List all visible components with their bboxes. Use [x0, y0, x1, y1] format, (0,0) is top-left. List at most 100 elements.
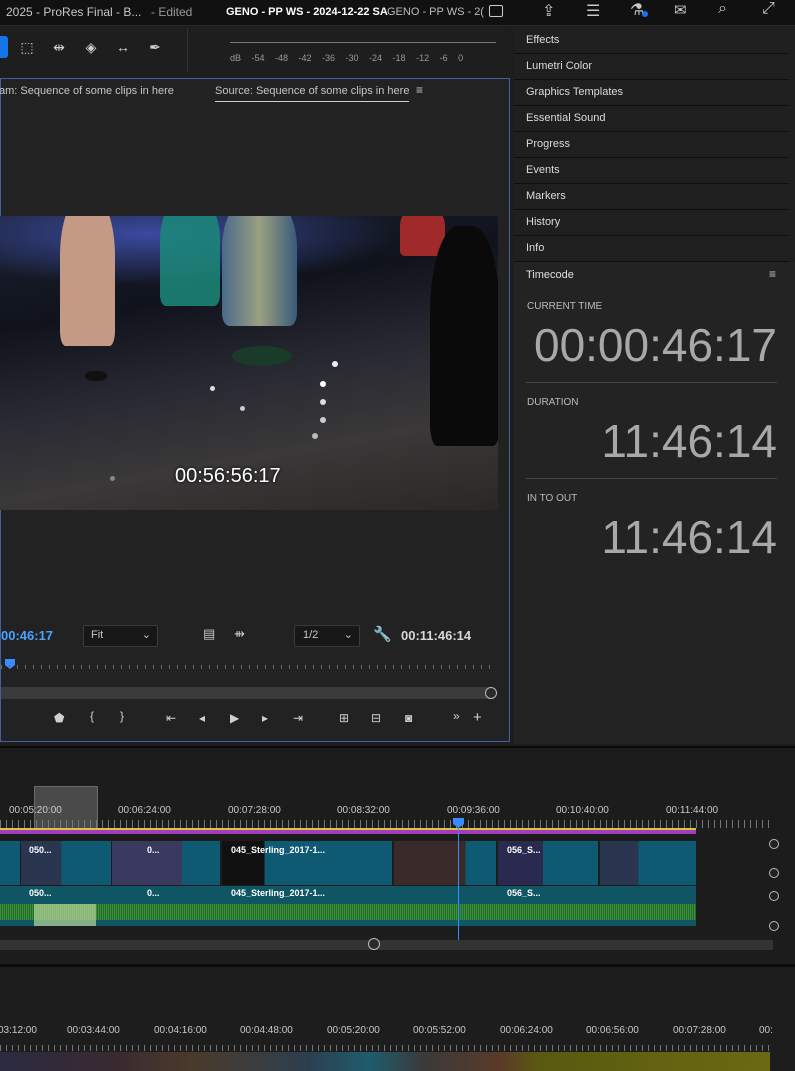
video-clip[interactable]: 045_Sterling_2017-1...: [222, 841, 392, 885]
panel-item-lumetri-color[interactable]: Lumetri Color: [514, 54, 789, 80]
ruler-label: 00:04:16:00: [154, 1025, 207, 1036]
clip-label: 050...: [29, 845, 52, 855]
panel-item-essential-sound[interactable]: Essential Sound: [514, 106, 789, 132]
export-frame-icon[interactable]: ◙: [405, 711, 412, 725]
go-to-in-icon[interactable]: ⇤: [166, 711, 176, 725]
clip-label: 056_S...: [507, 845, 541, 855]
video-clip[interactable]: 050...: [21, 841, 111, 885]
fit-select[interactable]: Fit ⌄: [83, 625, 158, 647]
add-marker-icon[interactable]: ⬟: [54, 711, 64, 725]
playhead-line[interactable]: [458, 818, 459, 940]
duration-label: DURATION: [527, 397, 579, 408]
comments-icon[interactable]: ✉: [674, 1, 687, 19]
edited-status: - Edited: [151, 5, 193, 19]
duration-value: 11:46:14: [601, 415, 777, 467]
video-clip[interactable]: [394, 841, 496, 885]
panel-menu-icon[interactable]: ≡: [416, 83, 423, 97]
track-select-tool-icon[interactable]: ⬚: [16, 36, 38, 58]
zoom-scrollbar[interactable]: [1, 687, 497, 699]
wrench-settings-icon[interactable]: 🔧: [373, 625, 392, 643]
clip-label: 0...: [147, 888, 160, 898]
panel-menu-icon[interactable]: ≡: [769, 267, 776, 281]
meter-track: [230, 42, 496, 46]
panel-item-info[interactable]: Info: [514, 236, 789, 262]
video-timecode-overlay: 00:56:56:17: [175, 465, 281, 487]
tab-program-monitor[interactable]: am: Sequence of some clips in here: [0, 85, 174, 97]
video-clip[interactable]: 0...: [112, 841, 220, 885]
chevron-down-icon: ⌄: [141, 629, 151, 641]
timeline-panel-2: 03:12:00 00:03:44:00 00:04:16:00 00:04:4…: [0, 964, 795, 1071]
safe-margins-icon[interactable]: ▤: [203, 626, 215, 642]
mark-out-icon[interactable]: }: [120, 709, 124, 723]
in-out-range-bar: [0, 830, 696, 834]
track-height-handle[interactable]: [769, 891, 779, 901]
ruler-label: 03:12:00: [0, 1025, 37, 1036]
overwrite-icon[interactable]: ⊟: [371, 711, 381, 725]
insert-icon[interactable]: ⊞: [339, 711, 349, 725]
timeline-scroll-handle[interactable]: [368, 938, 380, 950]
more-controls-icon[interactable]: »: [453, 709, 460, 723]
duration-time: 00:11:46:14: [401, 628, 472, 643]
slip-tool-icon[interactable]: ↔: [112, 36, 134, 58]
beta-flask-icon[interactable]: ⚗: [630, 0, 644, 20]
ruler-label: 00:06:56:00: [586, 1025, 639, 1036]
panel-item-markers[interactable]: Markers: [514, 184, 789, 210]
ruler-label: 00:06:24:00: [500, 1025, 553, 1036]
video-clip[interactable]: [600, 841, 696, 885]
fullscreen-icon[interactable]: ⤢: [762, 0, 775, 18]
settings-sliders-icon[interactable]: ☰: [586, 1, 600, 21]
panel-item-graphics-templates[interactable]: Graphics Templates: [514, 80, 789, 106]
step-forward-icon[interactable]: ▸: [262, 711, 268, 725]
timeline-panel: 00:05:20:00 00:06:24:00 00:07:28:00 00:0…: [0, 746, 795, 964]
current-time-value: 00:00:46:17: [533, 319, 777, 371]
timecode-panel-title: Timecode: [526, 269, 574, 281]
chevron-down-icon: ⌄: [343, 629, 353, 641]
share-icon[interactable]: ⇪: [542, 1, 555, 21]
workspace-tab-2[interactable]: GENO - PP WS - 2(: [387, 6, 484, 18]
panels-list: Effects Lumetri Color Graphics Templates…: [514, 28, 795, 744]
ripple-edit-tool-icon[interactable]: ⇹: [48, 36, 70, 58]
go-to-out-icon[interactable]: ⇥: [293, 711, 303, 725]
pen-tool-icon[interactable]: ✒: [144, 36, 166, 58]
divider: [526, 382, 777, 383]
search-icon[interactable]: ⌕: [718, 0, 727, 18]
button-editor-icon[interactable]: +: [473, 709, 482, 726]
track-height-handle[interactable]: [769, 839, 779, 849]
audio-track[interactable]: 050... 0... 045_Sterling_2017-1... 056_S…: [0, 886, 696, 926]
timeline-ruler[interactable]: [0, 1045, 770, 1051]
track-height-handle[interactable]: [769, 921, 779, 931]
ruler-label: 00:09:36:00: [447, 805, 500, 816]
video-clip[interactable]: [0, 841, 20, 885]
mark-in-icon[interactable]: {: [90, 709, 94, 723]
step-back-icon[interactable]: ◂: [199, 711, 205, 725]
monitor-time-ruler[interactable]: [1, 661, 496, 673]
panel-item-history[interactable]: History: [514, 210, 789, 236]
panel-icon[interactable]: [489, 5, 503, 17]
timeline-scrollbar[interactable]: [0, 940, 773, 950]
panel-item-events[interactable]: Events: [514, 158, 789, 184]
workspace-tab-active[interactable]: GENO - PP WS - 2024-12-22 SA: [226, 6, 388, 18]
panel-item-progress[interactable]: Progress: [514, 132, 789, 158]
ruler-label: 00:: [759, 1025, 773, 1036]
ruler-label: 00:07:28:00: [228, 805, 281, 816]
video-clip[interactable]: 056_S...: [498, 841, 598, 885]
clip-label: 050...: [29, 888, 52, 898]
zoom-handle[interactable]: [485, 687, 497, 699]
razor-tool-icon[interactable]: ◈: [80, 36, 102, 58]
play-icon[interactable]: ▶: [230, 711, 239, 725]
selection-tool-icon[interactable]: [0, 36, 8, 58]
panel-item-effects[interactable]: Effects: [514, 28, 789, 54]
drop-frame-icon[interactable]: ⇻: [234, 626, 245, 642]
divider: [526, 478, 777, 479]
track-height-handle[interactable]: [769, 868, 779, 878]
resolution-select[interactable]: 1/2 ⌄: [294, 625, 360, 647]
tab-source-monitor[interactable]: Source: Sequence of some clips in here: [215, 85, 410, 102]
ruler-label: 00:05:20:00: [327, 1025, 380, 1036]
clip-label: 056_S...: [507, 888, 541, 898]
timeline-ruler[interactable]: [0, 820, 770, 828]
resolution-value: 1/2: [303, 629, 319, 641]
video-thumbnail-strip[interactable]: [0, 1052, 770, 1071]
title-bar: 2025 - ProRes Final - B... - Edited GENO…: [0, 0, 795, 26]
playhead-time[interactable]: 00:46:17: [1, 628, 53, 643]
clip-label: 045_Sterling_2017-1...: [231, 845, 326, 855]
